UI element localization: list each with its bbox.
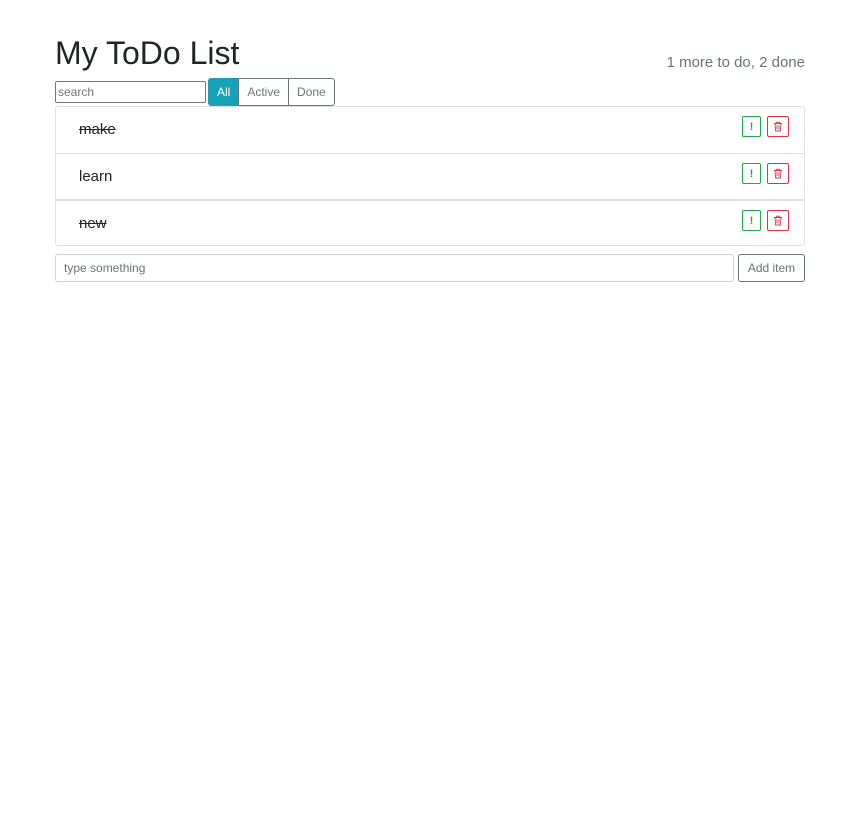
todo-count-status: 1 more to do, 2 done — [666, 54, 805, 71]
search-input[interactable] — [55, 81, 206, 103]
todo-item-actions: ! — [742, 116, 789, 137]
mark-important-button[interactable]: ! — [742, 116, 761, 137]
delete-item-button[interactable] — [767, 210, 789, 231]
todo-item-label[interactable]: learn — [79, 168, 112, 186]
page-title: My ToDo List — [55, 35, 240, 71]
todo-item-label[interactable]: new — [79, 215, 107, 233]
todo-list-item: make ! — [56, 107, 804, 153]
filter-done-button[interactable]: Done — [288, 78, 335, 106]
todo-app: My ToDo List 1 more to do, 2 done All Ac… — [55, 34, 805, 282]
add-item-form: Add item — [55, 254, 805, 282]
todo-list: make ! learn ! new ! — [55, 106, 805, 246]
exclamation-icon: ! — [749, 214, 754, 227]
todo-item-actions: ! — [742, 163, 789, 184]
todo-list-item: new ! — [56, 199, 804, 245]
trash-icon — [774, 168, 782, 179]
trash-icon — [774, 215, 782, 226]
filter-active-button[interactable]: Active — [238, 78, 290, 106]
trash-icon — [774, 121, 782, 132]
todo-item-label[interactable]: make — [79, 121, 116, 139]
new-item-input[interactable] — [55, 254, 734, 282]
todo-list-item: learn ! — [56, 153, 804, 199]
mark-important-button[interactable]: ! — [742, 163, 761, 184]
delete-item-button[interactable] — [767, 116, 789, 137]
todo-item-actions: ! — [742, 210, 789, 231]
status-filter-group: All Active Done — [208, 78, 335, 106]
add-item-button[interactable]: Add item — [738, 254, 805, 282]
filter-all-button[interactable]: All — [208, 78, 240, 106]
exclamation-icon: ! — [749, 167, 754, 180]
app-header: My ToDo List 1 more to do, 2 done — [55, 34, 805, 78]
delete-item-button[interactable] — [767, 163, 789, 184]
filter-bar: All Active Done — [55, 78, 805, 106]
mark-important-button[interactable]: ! — [742, 210, 761, 231]
exclamation-icon: ! — [749, 120, 754, 133]
